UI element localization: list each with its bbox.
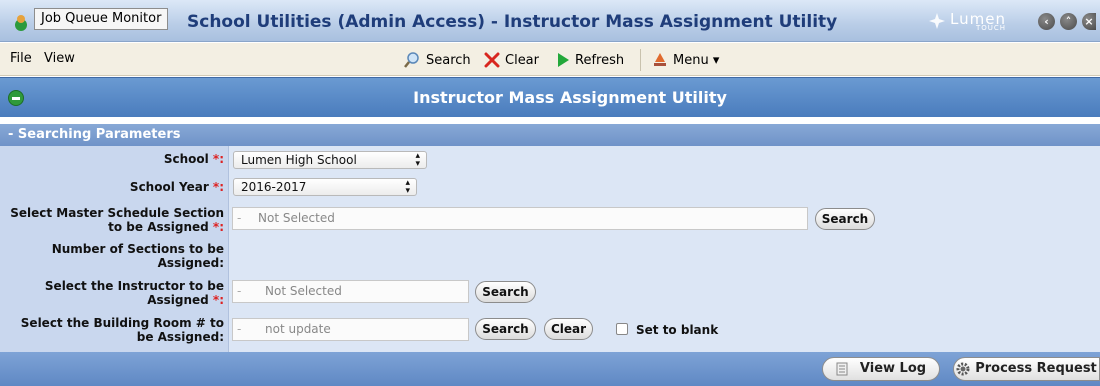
master-section-label: Select Master Schedule Section to be Ass…	[0, 206, 224, 234]
toolbar: File View Search Clear Refresh Menu ▾	[0, 43, 1100, 76]
master-section-search-button[interactable]: Search	[815, 208, 875, 230]
set-to-blank-checkbox[interactable]	[616, 323, 628, 335]
close-icon[interactable]: ×	[1082, 13, 1096, 30]
room-label: Select the Building Room # to be Assigne…	[0, 316, 224, 344]
room-label-line1: Select the Building Room # to	[20, 316, 224, 330]
master-section-field[interactable]: - Not Selected	[232, 207, 808, 230]
refresh-icon	[558, 53, 569, 67]
menu-file[interactable]: File	[10, 51, 32, 66]
action-bar: View Log Process Request	[0, 352, 1100, 386]
toolbar-menu-label: Menu ▾	[673, 52, 720, 68]
room-search-button[interactable]: Search	[475, 318, 536, 340]
school-year-label: School Year *:	[0, 180, 224, 194]
school-label-text: School	[163, 152, 213, 166]
title-bar: Job Queue Monitor School Utilities (Admi…	[0, 0, 1100, 42]
number-of-sections-label-line1: Number of Sections to be	[51, 242, 224, 256]
select-arrows-icon: ▴ ▾	[405, 178, 410, 196]
school-year-label-text: School Year	[129, 180, 213, 194]
school-year-select[interactable]: 2016-2017 ▴ ▾	[233, 178, 417, 196]
required-mark: *:	[212, 180, 224, 194]
search-icon	[404, 52, 419, 68]
room-field[interactable]: - not update	[232, 318, 469, 341]
app-icon	[15, 15, 27, 31]
toolbar-menu-button[interactable]: Menu ▾	[652, 50, 719, 70]
instructor-field[interactable]: - Not Selected	[232, 280, 469, 303]
menu-icon	[654, 53, 666, 66]
instructor-label-line1: Select the Instructor to be	[44, 279, 224, 293]
instructor-value: Not Selected	[265, 284, 342, 298]
master-section-value: Not Selected	[258, 211, 335, 225]
searching-parameters-header[interactable]: - Searching Parameters	[0, 124, 1100, 146]
lumen-logo-icon	[929, 13, 945, 29]
toolbar-refresh-button[interactable]: Refresh	[556, 50, 624, 70]
process-request-button[interactable]: Process Request	[953, 357, 1100, 381]
room-value: not update	[265, 322, 331, 336]
required-mark: *:	[212, 152, 224, 166]
toolbar-refresh-label: Refresh	[575, 52, 625, 68]
gear-icon	[956, 362, 970, 376]
lumen-logo-subtext: TOUCH	[976, 24, 1007, 32]
toolbar-clear-button[interactable]: Clear	[484, 50, 539, 70]
required-mark: *:	[212, 293, 224, 307]
instructor-label: Select the Instructor to be Assigned *:	[0, 279, 224, 307]
school-label: School *:	[0, 152, 224, 166]
page-header: Instructor Mass Assignment Utility	[0, 77, 1100, 117]
toolbar-clear-label: Clear	[505, 52, 539, 68]
school-select[interactable]: Lumen High School ▴ ▾	[233, 151, 427, 169]
process-request-label: Process Request	[975, 361, 1097, 376]
instructor-label-line2: Assigned	[147, 293, 213, 307]
required-mark: *:	[212, 220, 224, 234]
master-section-label-line1: Select Master Schedule Section	[10, 206, 224, 220]
room-clear-button[interactable]: Clear	[544, 318, 593, 340]
toolbar-divider	[640, 49, 641, 71]
number-of-sections-label: Number of Sections to be Assigned:	[0, 242, 224, 270]
menu-view[interactable]: View	[44, 51, 75, 66]
toolbar-search-label: Search	[426, 52, 471, 68]
log-icon	[836, 362, 848, 376]
school-select-value: Lumen High School	[241, 153, 357, 167]
select-arrows-icon: ▴ ▾	[415, 151, 420, 169]
field-dash: -	[237, 284, 242, 298]
window-title: School Utilities (Admin Access) - Instru…	[187, 12, 838, 32]
view-log-button[interactable]: View Log	[822, 357, 940, 381]
school-year-select-value: 2016-2017	[241, 180, 307, 194]
job-queue-monitor-tab[interactable]: Job Queue Monitor	[34, 8, 169, 30]
clear-icon	[484, 52, 500, 68]
field-dash: -	[237, 211, 242, 225]
up-icon[interactable]: ˄	[1060, 13, 1077, 30]
set-to-blank-label: Set to blank	[636, 323, 719, 337]
master-section-label-line2: to be Assigned	[108, 220, 213, 234]
toolbar-search-button[interactable]: Search	[403, 50, 471, 70]
field-dash: -	[237, 322, 242, 336]
view-log-label: View Log	[859, 361, 927, 376]
room-label-line2: be Assigned:	[136, 330, 224, 344]
back-icon[interactable]: ‹	[1038, 13, 1055, 30]
page-title: Instructor Mass Assignment Utility	[413, 88, 727, 107]
lumen-logo: Lumen TOUCH	[929, 10, 1007, 34]
instructor-search-button[interactable]: Search	[475, 281, 536, 303]
number-of-sections-label-line2: Assigned:	[157, 256, 224, 270]
